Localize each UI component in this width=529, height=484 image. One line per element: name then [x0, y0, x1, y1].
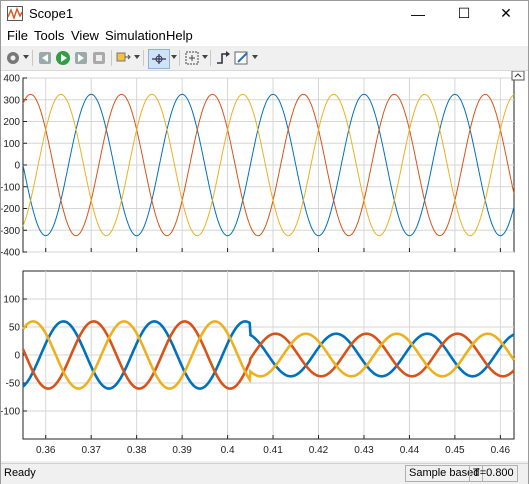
x-tick-label: 0.36: [36, 445, 56, 456]
highlight-block-icon[interactable]: [116, 49, 132, 67]
style-icon[interactable]: [234, 49, 250, 67]
settings-icon[interactable]: [5, 49, 21, 67]
minimize-button[interactable]: —: [396, 1, 440, 26]
run-icon[interactable]: [55, 49, 71, 67]
chevron-down-icon[interactable]: [134, 55, 140, 59]
lower-axes[interactable]: 100 50 0 -50 -100 0.36 0.37 0.38 0.39 0.4 0.41 0.42…: [0, 270, 516, 456]
window-title: Scope1: [29, 6, 74, 21]
y-tick-label: -100: [1, 407, 20, 418]
menu-bar: File Tools View Simulation Help: [1, 26, 528, 46]
step-back-icon[interactable]: [37, 49, 53, 67]
y-tick-label: 0: [14, 161, 20, 172]
chevron-down-icon[interactable]: [23, 55, 29, 59]
y-tick-label: -100: [1, 182, 20, 193]
status-bar: Ready Sample based T=0.800: [1, 463, 528, 484]
autoscale-icon[interactable]: [184, 49, 200, 67]
y-tick-label: -200: [1, 204, 20, 215]
toolbar-separator: [179, 50, 180, 66]
x-tick-label: 0.44: [400, 445, 420, 456]
x-tick-label: 0.45: [445, 445, 465, 456]
toolbar-separator: [32, 50, 33, 66]
toolbar-separator: [143, 50, 144, 66]
y-tick-label: 400: [3, 74, 20, 85]
y-tick-label: -300: [1, 226, 20, 237]
y-tick-label: -50: [6, 379, 21, 390]
y-tick-label: 0: [14, 351, 20, 362]
y-tick-label: 200: [3, 117, 20, 128]
x-tick-label: 0.46: [491, 445, 511, 456]
x-tick-label: 0.39: [172, 445, 192, 456]
y-tick-label: 50: [9, 323, 21, 334]
toolbar: [1, 46, 528, 71]
status-text: Ready: [4, 467, 36, 479]
y-tick-label: 100: [3, 295, 20, 306]
x-tick-label: 0.43: [354, 445, 374, 456]
chevron-down-icon[interactable]: [171, 55, 177, 59]
menu-view[interactable]: View: [71, 28, 99, 43]
menu-help[interactable]: Help: [166, 28, 193, 43]
sim-time: T=0.800: [469, 465, 518, 482]
x-tick-label: 0.37: [81, 445, 101, 456]
scope-window: Scope1 — ☐ ✕ File Tools View Simulation …: [0, 0, 529, 484]
y-tick-label: 100: [3, 139, 20, 150]
close-button[interactable]: ✕: [484, 1, 528, 26]
y-tick-label: 300: [3, 95, 20, 106]
undock-icon[interactable]: [511, 70, 525, 81]
step-forward-icon[interactable]: [73, 49, 89, 67]
menu-simulation[interactable]: Simulation: [105, 28, 166, 43]
zoom-icon[interactable]: [148, 49, 170, 69]
scope-display[interactable]: 400 300 200 100 0 -100 -200 -300 -400 100 50 0 -50 -…: [0, 70, 528, 461]
x-tick-label: 0.4: [221, 445, 235, 456]
title-bar[interactable]: Scope1 — ☐ ✕: [1, 1, 528, 26]
scope-app-icon: [7, 6, 23, 21]
x-tick-label: 0.41: [263, 445, 283, 456]
stop-icon[interactable]: [91, 49, 107, 67]
menu-file[interactable]: File: [7, 28, 28, 43]
upper-axes[interactable]: 400 300 200 100 0 -100 -200 -300 -400: [0, 74, 515, 259]
chevron-down-icon[interactable]: [202, 55, 208, 59]
maximize-button[interactable]: ☐: [442, 1, 486, 26]
x-tick-label: 0.42: [309, 445, 329, 456]
scope-plots: 400 300 200 100 0 -100 -200 -300 -400 100 50 0 -50 -…: [0, 70, 525, 456]
chevron-down-icon[interactable]: [252, 55, 258, 59]
x-tick-label: 0.38: [127, 445, 147, 456]
toolbar-separator: [210, 50, 211, 66]
triggers-icon[interactable]: [215, 49, 231, 67]
toolbar-separator: [111, 50, 112, 66]
menu-tools[interactable]: Tools: [34, 28, 64, 43]
y-tick-label: -400: [1, 248, 20, 259]
